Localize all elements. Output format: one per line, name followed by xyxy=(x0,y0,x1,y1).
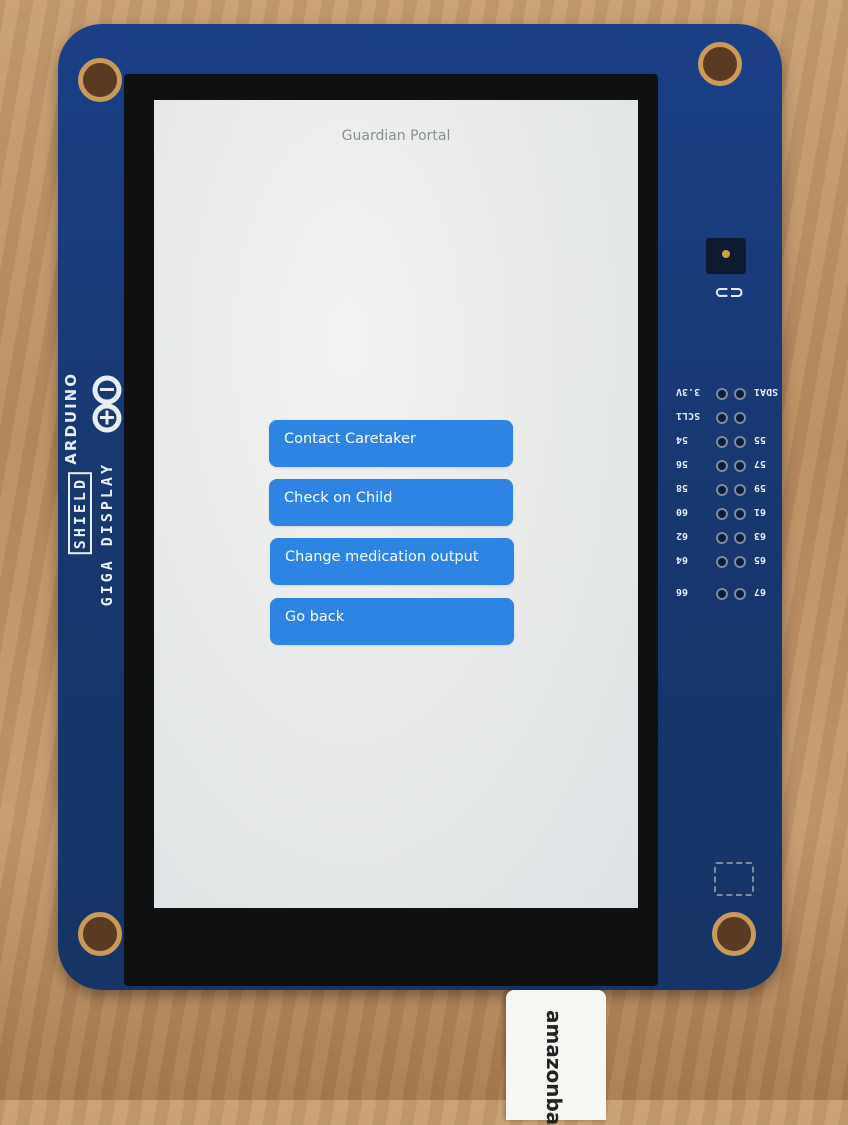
button-label: Check on Child xyxy=(284,490,393,506)
pin-dot xyxy=(716,412,728,424)
pin-dot xyxy=(734,532,746,544)
pin-row: 3.3V SDA1 xyxy=(672,384,779,404)
pin-dot xyxy=(716,436,728,448)
button-label: Go back xyxy=(285,609,345,625)
button-label: Change medication output xyxy=(285,549,479,565)
pin-row: 60 61 xyxy=(672,504,776,524)
pin-row: 54 55 xyxy=(672,432,776,452)
pin-label: 3.3V xyxy=(676,386,701,397)
board-chip xyxy=(714,862,754,896)
pin-label: 60 xyxy=(676,506,689,517)
mounting-hole-bottom-right xyxy=(712,912,756,956)
mounting-hole-top-right xyxy=(698,42,742,86)
change-medication-output-button[interactable]: Change medication output xyxy=(270,538,514,585)
pin-dot xyxy=(734,556,746,568)
pin-dot xyxy=(716,484,728,496)
pin-label: SDA1 xyxy=(754,386,779,397)
usb-cable: amazonba xyxy=(506,990,606,1125)
page-title: Guardian Portal xyxy=(341,128,451,144)
pin-dot xyxy=(716,388,728,400)
pin-label: 57 xyxy=(754,458,767,469)
pin-label: 64 xyxy=(676,554,689,565)
pin-label: 54 xyxy=(676,434,689,445)
pin-dot xyxy=(734,588,746,600)
touch-screen: Guardian Portal Contact Caretaker Check … xyxy=(154,100,638,908)
pin-label: 66 xyxy=(676,586,689,597)
pin-row: 56 57 xyxy=(672,456,776,476)
pin-label: 62 xyxy=(676,530,689,541)
pin-row: 58 59 xyxy=(672,480,776,500)
pin-dot xyxy=(716,460,728,472)
pin-label: 63 xyxy=(754,530,767,541)
pin-dot xyxy=(734,412,746,424)
pin-row: SCL1 xyxy=(672,408,776,428)
pin-row: 62 63 xyxy=(672,528,776,548)
pin-label: 59 xyxy=(754,482,767,493)
pin-label: 56 xyxy=(676,458,689,469)
arduino-branding: ARDUINO GIGA DISPLAY SHIELD xyxy=(62,372,124,642)
pin-dot xyxy=(716,532,728,544)
mounting-hole-bottom-left xyxy=(78,912,122,956)
pin-label: 65 xyxy=(754,554,767,565)
pin-dot xyxy=(734,436,746,448)
pin-label: SCL1 xyxy=(676,410,701,421)
pin-dot xyxy=(734,388,746,400)
pin-dot xyxy=(734,484,746,496)
product-name-text: GIGA DISPLAY xyxy=(98,462,116,607)
product-shield-text: SHIELD xyxy=(68,472,92,555)
pin-dot xyxy=(734,460,746,472)
pin-label: 67 xyxy=(754,586,767,597)
board-mark: ⊂⊃ xyxy=(714,282,745,303)
arduino-infinity-logo-icon xyxy=(92,375,122,433)
pin-header: 3.3V SDA1 SCL1 54 55 56 57 58 59 60 61 6… xyxy=(672,384,779,614)
pin-dot xyxy=(716,588,728,600)
pin-label: 61 xyxy=(754,506,767,517)
light-sensor xyxy=(706,238,746,274)
pin-row: 64 65 xyxy=(672,552,776,572)
contact-caretaker-button[interactable]: Contact Caretaker xyxy=(269,420,513,467)
go-back-button[interactable]: Go back xyxy=(270,598,514,645)
cable-label: amazonba xyxy=(542,1010,566,1125)
pin-dot xyxy=(716,508,728,520)
check-on-child-button[interactable]: Check on Child xyxy=(269,479,513,526)
pin-label: 55 xyxy=(754,434,767,445)
pin-row: 66 67 xyxy=(672,584,776,604)
pin-label: 58 xyxy=(676,482,689,493)
mounting-hole-top-left xyxy=(78,58,122,102)
pin-dot xyxy=(716,556,728,568)
pin-dot xyxy=(734,508,746,520)
button-label: Contact Caretaker xyxy=(284,431,416,447)
brand-text: ARDUINO xyxy=(62,372,80,465)
